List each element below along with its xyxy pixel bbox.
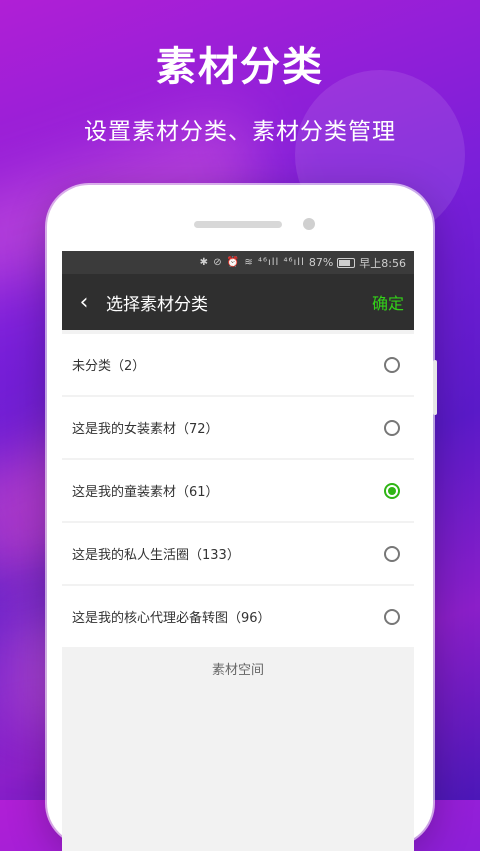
status-icons: ✱ ⊘ ⏰ ≋ ⁴⁶ıll ⁴⁶ıll: [199, 257, 305, 268]
page-title: 选择素材分类: [106, 294, 208, 315]
phone-screen: ✱ ⊘ ⏰ ≋ ⁴⁶ıll ⁴⁶ıll 87% 早上8:56 ‹ 选择素材分类 …: [62, 251, 414, 851]
section-footer-label: 素材空间: [211, 663, 264, 678]
radio-button[interactable]: [384, 419, 400, 436]
category-list: 未分类（2） 这是我的女装素材（72） 这是我的童装素材（61） 这是我的私人生…: [62, 330, 414, 647]
status-bar: ✱ ⊘ ⏰ ≋ ⁴⁶ıll ⁴⁶ıll 87% 早上8:56: [62, 251, 414, 274]
battery-percent: 87%: [308, 256, 334, 269]
radio-button[interactable]: [384, 356, 400, 373]
category-label: 这是我的核心代理必备转图（96）: [72, 611, 271, 626]
radio-button[interactable]: [384, 608, 400, 625]
phone-mockup: ✱ ⊘ ⏰ ≋ ⁴⁶ıll ⁴⁶ıll 87% 早上8:56 ‹ 选择素材分类 …: [47, 185, 437, 851]
banner-title: 素材分类: [156, 44, 324, 90]
category-row-private[interactable]: 这是我的私人生活圈（133）: [62, 523, 414, 584]
banner-subtitle: 设置素材分类、素材分类管理: [84, 119, 396, 145]
category-label: 这是我的私人生活圈（133）: [72, 548, 240, 563]
category-label: 这是我的女装素材（72）: [72, 422, 219, 437]
category-label: 未分类（2）: [72, 359, 146, 374]
radio-button[interactable]: [384, 545, 400, 562]
status-time: 早上8:56: [359, 256, 406, 270]
phone-camera: [303, 218, 315, 230]
phone-side-button: [433, 360, 437, 415]
category-label: 这是我的童装素材（61）: [72, 485, 219, 500]
category-row-womens[interactable]: 这是我的女装素材（72）: [62, 397, 414, 458]
phone-speaker: [194, 221, 282, 228]
confirm-button[interactable]: 确定: [372, 290, 404, 314]
battery-icon: [337, 257, 356, 268]
category-row-core-agent[interactable]: 这是我的核心代理必备转图（96）: [62, 586, 414, 647]
radio-button-checked[interactable]: [384, 482, 400, 499]
back-arrow-icon[interactable]: ‹: [62, 290, 106, 315]
app-bar: ‹ 选择素材分类 确定: [62, 274, 414, 330]
category-row-kids[interactable]: 这是我的童装素材（61）: [62, 460, 414, 521]
category-row-uncategorized[interactable]: 未分类（2）: [62, 334, 414, 395]
